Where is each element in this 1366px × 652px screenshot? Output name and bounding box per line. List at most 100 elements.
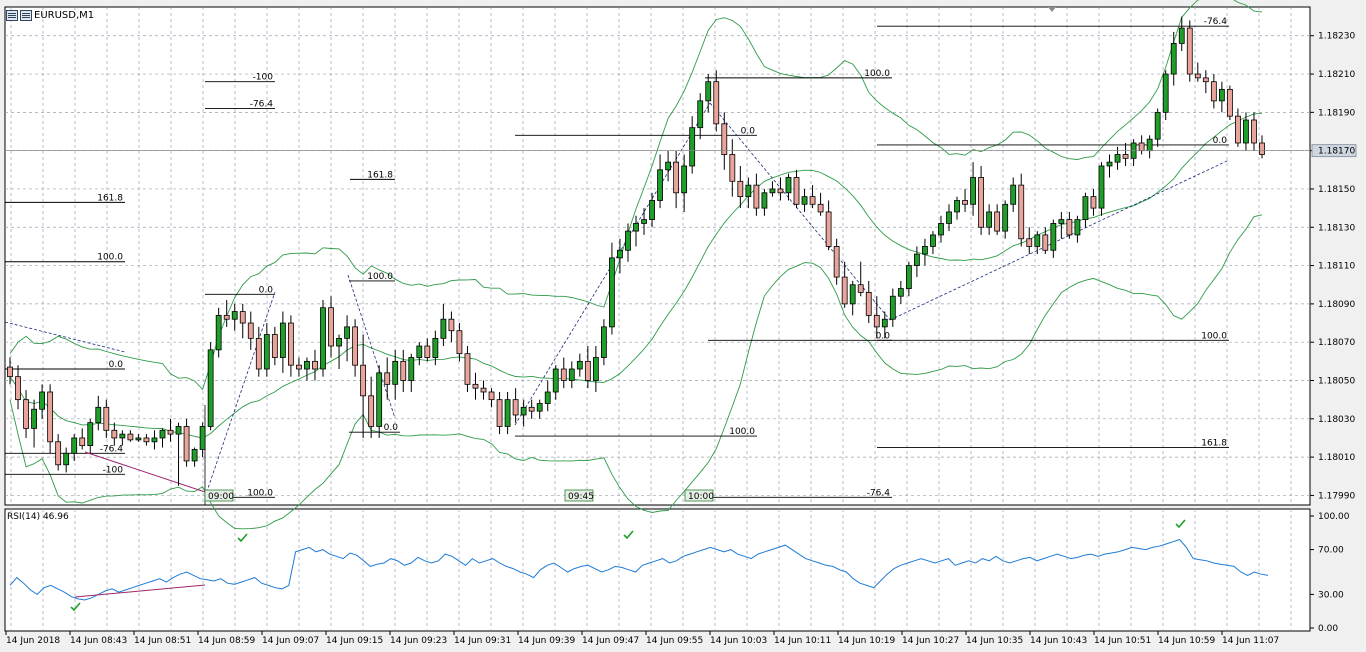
rsi-tick-label: 100.00: [1318, 512, 1350, 522]
fib-level-label: 100.0: [247, 488, 273, 498]
candle-body: [962, 200, 968, 205]
candle-body: [39, 391, 46, 410]
candle-body: [1138, 142, 1145, 152]
candle-body: [1226, 88, 1233, 117]
candle-body: [167, 429, 174, 435]
candle-body: [320, 307, 326, 370]
candle-body: [1026, 238, 1033, 247]
candle-body: [905, 265, 912, 289]
candle-body: [392, 360, 399, 385]
candle-body: [809, 196, 816, 205]
x-tick-label: 14 Jun 08:43: [70, 636, 127, 646]
candle-body: [199, 426, 206, 450]
candle-body: [143, 437, 150, 443]
candle-body: [1058, 219, 1065, 224]
candle-body: [119, 433, 126, 439]
y-tick-label: 1.18150: [1318, 185, 1355, 195]
candle-body: [625, 230, 631, 251]
candle-body: [1018, 184, 1025, 240]
candle-body: [368, 395, 375, 427]
y-tick-label: 1.18110: [1318, 262, 1355, 272]
candle-body: [352, 326, 359, 366]
fib-level-label: 0.0: [109, 360, 124, 370]
candle-body: [673, 161, 680, 194]
fib-level-label: 100.0: [729, 427, 755, 437]
rsi-tick-label: 0.00: [1318, 624, 1338, 634]
fib-level-label: 100.0: [367, 272, 393, 282]
x-tick-label: 14 Jun 09:31: [454, 636, 511, 646]
candle-body: [873, 314, 880, 328]
fib-level-label: 161.8: [367, 170, 393, 180]
candle-body: [1074, 219, 1081, 236]
fib-level-label: -76.4: [1204, 17, 1228, 27]
candle-body: [1210, 81, 1217, 102]
candle-body: [47, 391, 54, 443]
candle-body: [568, 368, 575, 381]
candle-body: [127, 433, 134, 441]
candle-body: [312, 360, 318, 370]
candle-body: [1042, 234, 1049, 251]
candle-body: [207, 349, 214, 427]
chart-window-icon[interactable]: [6, 9, 18, 21]
candle-body: [15, 376, 21, 401]
chart-type-icon[interactable]: [20, 9, 32, 21]
time-label: 09:00: [208, 492, 234, 502]
y-tick-label: 1.18010: [1318, 453, 1355, 463]
fib-level-label: 0.0: [876, 331, 891, 341]
x-tick-label: 14 Jun 09:07: [262, 636, 319, 646]
fib-level-label: 100.0: [864, 69, 890, 79]
candle-body: [344, 326, 350, 339]
x-tick-label: 14 Jun 09:15: [326, 636, 383, 646]
candle-body: [978, 177, 985, 228]
candle-body: [159, 429, 166, 439]
candle-body: [865, 291, 872, 316]
candle-body: [1050, 223, 1057, 251]
candle-body: [1259, 142, 1265, 155]
rsi-chart-area: [4, 508, 1311, 632]
fib-level-label: 0.0: [1213, 136, 1228, 146]
candle-body: [376, 372, 383, 427]
candle-body: [897, 288, 904, 297]
candle-body: [777, 188, 784, 194]
fib-level-label: -100: [253, 73, 274, 83]
x-tick-label: 14 Jun 09:55: [646, 636, 703, 646]
candle-body: [1002, 203, 1009, 232]
y-tick-label: 1.18210: [1318, 70, 1355, 80]
candle-body: [769, 188, 776, 194]
time-label: 10:00: [688, 492, 714, 502]
x-tick-label: 14 Jun 09:23: [390, 636, 447, 646]
rsi-label: RSI(14) 46.96: [7, 512, 69, 522]
candle-body: [456, 330, 463, 355]
y-tick-label: 1.18050: [1318, 377, 1355, 387]
candle-body: [496, 399, 503, 427]
x-tick-label: 14 Jun 09:47: [582, 636, 639, 646]
candle-body: [785, 177, 792, 194]
candle-body: [881, 318, 888, 328]
candle-body: [247, 322, 254, 339]
candle-body: [609, 257, 615, 328]
chart-window: -100 -76.4 161.8 100.0 161.8 0.0 100.0 0.0 -76.4…: [0, 0, 1366, 648]
chart-svg[interactable]: -100 -76.4 161.8 100.0 161.8 0.0 100.0 0.0 -76.4…: [0, 0, 1366, 648]
candle-body: [1098, 165, 1105, 209]
candle-body: [336, 337, 342, 347]
candle-body: [793, 177, 800, 205]
chart-title: EURUSD,M1: [34, 9, 95, 21]
candle-body: [183, 426, 190, 462]
candle-body: [849, 284, 856, 305]
candle-body: [946, 211, 952, 224]
candle-body: [681, 165, 688, 194]
candle-body: [1186, 27, 1193, 75]
candle-body: [55, 441, 62, 466]
candle-body: [520, 406, 527, 416]
fib-level-label: -76.4: [100, 444, 124, 454]
fib-level-label: 0.0: [259, 285, 274, 295]
candle-body: [1235, 115, 1241, 144]
candle-body: [271, 334, 278, 358]
candle-body: [424, 345, 431, 358]
candle-body: [641, 219, 647, 224]
candle-body: [1106, 161, 1113, 167]
fib-level-label: -76.4: [867, 488, 891, 498]
candle-body: [986, 211, 993, 228]
y-tick-label: 1.18090: [1318, 300, 1355, 310]
candle-body: [841, 276, 848, 305]
